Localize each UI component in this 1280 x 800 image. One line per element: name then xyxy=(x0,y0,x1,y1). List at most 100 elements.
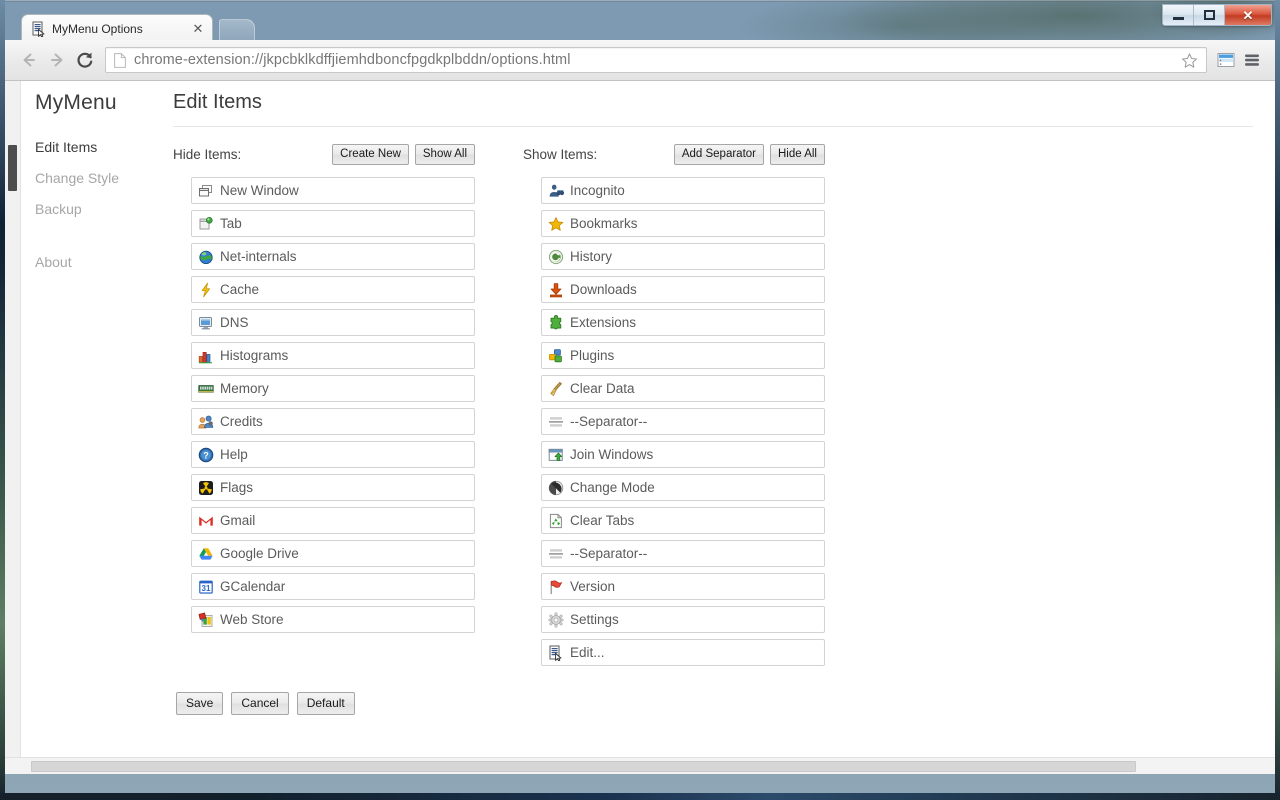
star-icon[interactable] xyxy=(1178,49,1200,71)
lightning-icon xyxy=(198,282,214,298)
maximize-button[interactable] xyxy=(1194,5,1225,25)
list-item-label: Net-internals xyxy=(220,249,297,264)
show-items-header: Show Items: Add Separator Hide All xyxy=(523,142,825,166)
page-content: MyMenu Edit Items Change Style Backup Ab… xyxy=(5,81,1275,774)
sidebar-item-backup[interactable]: Backup xyxy=(35,201,175,217)
save-button[interactable]: Save xyxy=(176,692,224,715)
gmail-icon xyxy=(198,513,214,529)
list-item-label: DNS xyxy=(220,315,249,330)
list-item[interactable]: Clear Tabs xyxy=(541,507,825,534)
window-controls: ✕ xyxy=(1162,4,1272,26)
sidebar-item-about[interactable]: About xyxy=(35,254,175,270)
list-item[interactable]: Clear Data xyxy=(541,375,825,402)
question-circle-icon: ? xyxy=(198,447,214,463)
options-page: MyMenu Edit Items Change Style Backup Ab… xyxy=(21,81,1275,757)
plugin-blocks-icon xyxy=(548,348,564,364)
sidebar-item-edit-items[interactable]: Edit Items xyxy=(35,139,175,155)
create-new-button[interactable]: Create New xyxy=(332,143,409,165)
list-item[interactable]: Tab xyxy=(191,210,475,237)
sidebar-item-label: About xyxy=(35,254,72,270)
list-item[interactable]: Downloads xyxy=(541,276,825,303)
address-bar[interactable]: chrome-extension://jkpcbklkdffjiemhdbonc… xyxy=(105,47,1207,73)
list-item-label: Settings xyxy=(570,612,619,627)
browser-tab[interactable]: MyMenu Options ✕ xyxy=(21,14,213,42)
close-icon: ✕ xyxy=(1242,7,1254,23)
list-item[interactable]: Net-internals xyxy=(191,243,475,270)
list-item-label: Change Mode xyxy=(570,480,655,495)
red-flag-icon xyxy=(548,579,564,595)
list-item[interactable]: Plugins xyxy=(541,342,825,369)
svg-text:31: 31 xyxy=(202,584,211,593)
list-item-label: Histograms xyxy=(220,348,289,363)
list-item[interactable]: Extensions xyxy=(541,309,825,336)
sidebar-item-change-style[interactable]: Change Style xyxy=(35,170,175,186)
vertical-scrollbar[interactable] xyxy=(5,81,21,774)
close-icon[interactable]: ✕ xyxy=(190,21,206,37)
incognito-icon xyxy=(548,183,564,199)
tab-new-icon xyxy=(198,216,214,232)
puzzle-piece-icon xyxy=(548,314,564,331)
default-button[interactable]: Default xyxy=(296,692,355,715)
list-item[interactable]: Memory xyxy=(191,375,475,402)
list-item[interactable]: Incognito xyxy=(541,177,825,204)
page-icon xyxy=(114,52,126,68)
chrome-menu-icon[interactable] xyxy=(1239,46,1265,74)
minimize-button[interactable] xyxy=(1163,5,1194,25)
list-item-label: Join Windows xyxy=(570,447,654,462)
back-button[interactable] xyxy=(15,46,43,74)
list-item[interactable]: Edit... xyxy=(541,639,825,666)
list-item[interactable]: --Separator-- xyxy=(541,540,825,567)
list-item[interactable]: Settings xyxy=(541,606,825,633)
new-tab-button[interactable] xyxy=(219,19,255,42)
list-item[interactable]: ? Help xyxy=(191,441,475,468)
radiation-icon xyxy=(198,480,214,496)
download-arrow-icon xyxy=(548,282,564,298)
horizontal-scrollbar-thumb[interactable] xyxy=(31,761,1136,772)
list-item[interactable]: --Separator-- xyxy=(541,408,825,435)
list-item-label: Help xyxy=(220,447,248,462)
list-item[interactable]: Flags xyxy=(191,474,475,501)
list-item[interactable]: Credits xyxy=(191,408,475,435)
list-item-label: Gmail xyxy=(220,513,256,528)
hide-all-button[interactable]: Hide All xyxy=(770,143,825,165)
sidebar-item-label: Backup xyxy=(35,201,82,217)
add-separator-button[interactable]: Add Separator xyxy=(673,143,764,165)
list-item[interactable]: Bookmarks xyxy=(541,210,825,237)
list-item[interactable]: Web Store xyxy=(191,606,475,633)
svg-text:?: ? xyxy=(203,450,209,460)
show-items-column: Show Items: Add Separator Hide All Incog… xyxy=(523,142,825,672)
show-all-button[interactable]: Show All xyxy=(414,143,475,165)
recycle-page-icon xyxy=(548,513,564,529)
list-item[interactable]: Version xyxy=(541,573,825,600)
extension-list-icon[interactable] xyxy=(1213,46,1239,74)
list-item[interactable]: Gmail xyxy=(191,507,475,534)
list-item-label: Incognito xyxy=(570,183,625,198)
document-cursor-icon xyxy=(31,21,46,37)
list-item[interactable]: New Window xyxy=(191,177,475,204)
list-item[interactable]: Join Windows xyxy=(541,441,825,468)
list-item-label: Plugins xyxy=(570,348,615,363)
window-frame-right xyxy=(1275,0,1280,800)
web-store-icon xyxy=(198,612,214,628)
vertical-scrollbar-thumb[interactable] xyxy=(8,145,17,191)
cancel-button[interactable]: Cancel xyxy=(231,692,289,715)
reload-button[interactable] xyxy=(71,46,99,74)
list-item[interactable]: Histograms xyxy=(191,342,475,369)
hide-items-header: Hide Items: Create New Show All xyxy=(173,142,475,166)
list-item-label: History xyxy=(570,249,613,264)
document-cursor-icon xyxy=(548,645,564,661)
horizontal-scrollbar[interactable] xyxy=(5,757,1275,774)
list-item[interactable]: History xyxy=(541,243,825,270)
list-item[interactable]: DNS xyxy=(191,309,475,336)
close-button[interactable]: ✕ xyxy=(1225,5,1271,25)
forward-button[interactable] xyxy=(43,46,71,74)
list-item[interactable]: Change Mode xyxy=(541,474,825,501)
list-item[interactable]: Cache xyxy=(191,276,475,303)
people-icon xyxy=(198,414,214,430)
list-item-label: New Window xyxy=(220,183,299,198)
list-item-label: Memory xyxy=(220,381,269,396)
list-item-label: Extensions xyxy=(570,315,637,330)
list-item[interactable]: Google Drive xyxy=(191,540,475,567)
list-item[interactable]: 31 GCalendar xyxy=(191,573,475,600)
